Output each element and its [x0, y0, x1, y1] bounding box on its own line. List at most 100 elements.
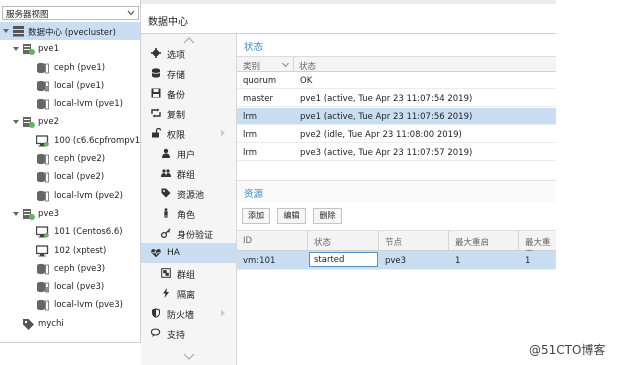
datacenter-icon — [13, 26, 24, 37]
tree-item-storage[interactable]: ceph (pve2) — [0, 150, 140, 168]
column-header-max-restart[interactable]: 最大重启 — [455, 236, 489, 248]
table-row[interactable]: master pve1 (active, Tue Apr 23 11:07:54… — [237, 90, 556, 107]
column-header-status[interactable]: 状态 — [299, 60, 316, 72]
comments-icon — [151, 328, 161, 337]
tree-item-label: local (pve2) — [54, 172, 105, 183]
menu-item-replication[interactable]: 复制 — [141, 103, 236, 123]
datacenter-menu: 选项 存储 备份 复制 权限 用户 群组 资源池 角色 身份验证 HA 群组 隔… — [141, 34, 237, 365]
tree-item-node-pve1[interactable]: pve1 — [0, 40, 140, 58]
menu-item-storage[interactable]: 存储 — [141, 63, 236, 83]
tree-item-label: 102 (xptest) — [54, 245, 107, 256]
tree-item-label: local (pve1) — [54, 80, 105, 91]
storage-icon — [37, 80, 49, 92]
menu-item-roles[interactable]: 角色 — [141, 203, 236, 223]
tree-item-vm[interactable]: 102 (xptest) — [0, 242, 140, 260]
storage-icon — [37, 190, 49, 202]
vm-running-icon — [36, 226, 49, 238]
menu-item-label: 选项 — [167, 51, 186, 61]
scroll-down-icon[interactable] — [183, 353, 195, 360]
table-row-selected[interactable]: vm:101 started pve3 1 1 — [237, 251, 556, 270]
tree-item-node-pve2[interactable]: pve2 — [0, 113, 140, 131]
tree-item-storage[interactable]: local (pve1) — [0, 77, 140, 95]
menu-item-label: 防火墙 — [167, 311, 195, 321]
server-view-select[interactable]: 服务器视图 — [2, 6, 139, 20]
column-header-type[interactable]: 类别 — [243, 60, 260, 72]
caret-down-icon[interactable] — [13, 119, 19, 125]
menu-item-groups[interactable]: 群组 — [141, 163, 236, 183]
tree-item-label: ceph (pve1) — [54, 62, 106, 73]
column-header-state[interactable]: 状态 — [314, 236, 331, 248]
tree-item-storage[interactable]: local-lvm (pve3) — [0, 296, 140, 314]
sort-down-icon[interactable] — [282, 61, 289, 68]
table-row[interactable]: lrm pve3 (active, Tue Apr 23 11:07:57 20… — [237, 144, 556, 161]
menu-item-label: 支持 — [167, 331, 186, 341]
menu-item-label: 隔离 — [177, 291, 196, 301]
menu-item-fencing[interactable]: 隔离 — [141, 283, 236, 303]
table-row-selected[interactable]: lrm pve1 (active, Tue Apr 23 11:07:56 20… — [237, 108, 556, 125]
state-editor-input[interactable]: started — [309, 252, 378, 267]
tag-icon — [23, 318, 34, 330]
male-icon — [164, 208, 168, 218]
column-separator — [378, 231, 379, 251]
tree-item-storage[interactable]: local (pve3) — [0, 278, 140, 296]
menu-item-pools[interactable]: 资源池 — [141, 183, 236, 203]
menu-item-ha[interactable]: HA — [141, 243, 236, 263]
tree-item-storage[interactable]: ceph (pve1) — [0, 59, 140, 77]
menu-item-label: 群组 — [177, 271, 196, 281]
tree-item-label: 100 (c6.6cpfrompv1) — [54, 135, 141, 146]
menu-item-label: 备份 — [167, 91, 186, 101]
edit-button[interactable]: 编辑 — [277, 208, 306, 224]
menu-item-backup[interactable]: 备份 — [141, 83, 236, 103]
tree-item-storage[interactable]: local-lvm (pve2) — [0, 187, 140, 205]
menu-item-support[interactable]: 支持 — [141, 323, 236, 343]
tree-item-label: pve1 — [38, 44, 60, 55]
tree-item-datacenter[interactable]: 数据中心 (pvecluster) — [0, 22, 140, 41]
chevron-down-icon — [127, 10, 135, 16]
tags-icon — [161, 188, 171, 198]
column-separator — [293, 57, 294, 72]
storage-icon — [37, 300, 49, 311]
status-section-title: 状态 — [244, 42, 264, 53]
ha-content: 状态 类别 状态 quorum OK master pve1 (active, … — [237, 34, 556, 365]
menu-item-label: 用户 — [177, 151, 196, 161]
menu-item-authentication[interactable]: 身份验证 — [141, 223, 236, 243]
server-view-select-value: 服务器视图 — [6, 10, 49, 20]
tree-item-storage[interactable]: local-lvm (pve1) — [0, 95, 140, 113]
tree-item-vm[interactable]: 101 (Centos6.6) — [0, 223, 140, 241]
tree-item-vm[interactable]: 100 (c6.6cpfrompv1) — [0, 132, 141, 150]
menu-item-ha-groups[interactable]: 群组 — [141, 263, 236, 283]
tree-item-label: pve2 — [38, 117, 60, 128]
remove-button[interactable]: 删除 — [313, 208, 342, 224]
tree-item-node-pve3[interactable]: pve3 — [0, 205, 140, 223]
user-icon — [162, 148, 170, 158]
tree-item-storage[interactable]: local (pve2) — [0, 168, 140, 186]
column-header-id[interactable]: ID — [243, 236, 252, 246]
table-row[interactable]: lrm pve2 (idle, Tue Apr 23 11:08:00 2019… — [237, 126, 556, 143]
menu-item-permissions[interactable]: 权限 — [141, 123, 236, 143]
shield-icon — [152, 308, 160, 318]
menu-item-label: 群组 — [177, 171, 196, 181]
menu-item-label: 存储 — [167, 71, 186, 81]
menu-item-firewall[interactable]: 防火墙 — [141, 303, 236, 323]
cell-id: vm:101 — [243, 256, 276, 266]
status-grid-header: 类别 状态 — [237, 56, 556, 72]
menu-item-users[interactable]: 用户 — [141, 143, 236, 163]
caret-down-icon[interactable] — [13, 46, 19, 52]
cell-status: pve3 (active, Tue Apr 23 11:07:57 2019) — [300, 147, 473, 158]
server-online-icon — [23, 117, 35, 129]
tree-item-storage[interactable]: ceph (pve3) — [0, 260, 140, 278]
content-header: 数据中心 — [141, 0, 556, 34]
column-separator — [307, 231, 308, 251]
add-button[interactable]: 添加 — [242, 208, 270, 224]
storage-icon — [37, 172, 49, 183]
column-header-node[interactable]: 节点 — [385, 236, 402, 248]
menu-item-options[interactable]: 选项 — [141, 43, 236, 63]
cell-type: lrm — [243, 147, 257, 158]
chevron-right-icon — [221, 129, 225, 137]
menu-item-label: 角色 — [177, 211, 196, 221]
table-row[interactable]: quorum OK — [237, 72, 556, 89]
tree-item-pool[interactable]: mychi — [0, 315, 140, 333]
cell-type: quorum — [243, 75, 277, 86]
caret-down-icon[interactable] — [3, 28, 9, 34]
caret-down-icon[interactable] — [13, 211, 19, 217]
